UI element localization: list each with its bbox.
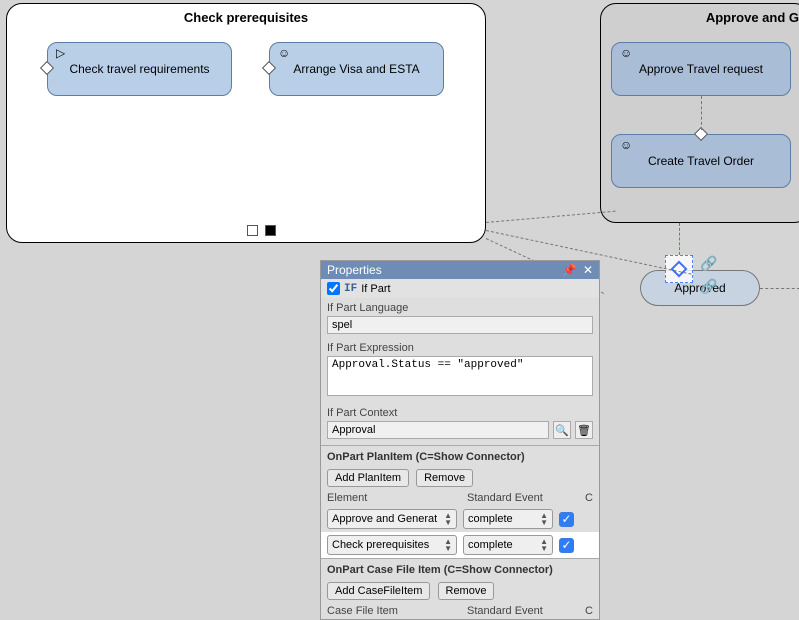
task-create-travel-order[interactable]: ☺ Create Travel Order: [611, 134, 791, 188]
onpart-row: Approve and Generat ▲▼ complete ▲▼ ✓: [321, 506, 599, 532]
sub-process-icon: ▷: [56, 46, 65, 60]
ctx-input[interactable]: [327, 421, 549, 439]
collapse-marker-filled[interactable]: [265, 225, 276, 236]
collapse-marker-empty[interactable]: [247, 225, 258, 236]
stage-title: Approve and G: [601, 4, 799, 25]
col-event: Standard Event: [467, 605, 575, 617]
if-part-label: If Part: [361, 283, 390, 295]
col-c: C: [575, 605, 593, 617]
stepper-icon: ▲▼: [444, 538, 452, 552]
connector-line: [486, 211, 616, 223]
stage-check-prerequisites[interactable]: Check prerequisites ▷ Check travel requi…: [6, 3, 486, 243]
connector-checkbox[interactable]: ✓: [559, 512, 574, 527]
lang-label: If Part Language: [321, 298, 599, 316]
user-icon: ☺: [620, 138, 632, 152]
task-arrange-visa-esta[interactable]: ☺ Arrange Visa and ESTA: [269, 42, 444, 96]
col-event: Standard Event: [467, 492, 575, 504]
select-value: Check prerequisites: [332, 539, 429, 551]
col-casefileitem: Case File Item: [327, 605, 467, 617]
event-select[interactable]: complete ▲▼: [463, 535, 553, 555]
if-literal-icon: IF: [344, 283, 357, 295]
link-icon[interactable]: 🔗: [700, 278, 717, 295]
stage-approve-generate[interactable]: Approve and G ☺ Approve Travel request ☺…: [600, 3, 799, 223]
user-icon: ☺: [278, 46, 290, 60]
select-value: complete: [468, 539, 513, 551]
stepper-icon: ▲▼: [540, 538, 548, 552]
event-select[interactable]: complete ▲▼: [463, 509, 553, 529]
add-planitem-button[interactable]: Add PlanItem: [327, 469, 409, 487]
connector-line: [760, 288, 799, 289]
task-label: Approve Travel request: [639, 62, 763, 76]
connector-line: [701, 96, 702, 130]
onpart-planitem-heading: OnPart PlanItem (C=Show Connector): [321, 446, 599, 466]
if-part-checkbox[interactable]: [327, 282, 340, 295]
task-approve-travel-request[interactable]: ☺ Approve Travel request: [611, 42, 791, 96]
select-value: Approve and Generat: [332, 513, 437, 525]
col-element: Element: [327, 492, 467, 504]
trash-icon[interactable]: 🗑: [575, 421, 593, 439]
select-value: complete: [468, 513, 513, 525]
properties-title: Properties: [327, 263, 382, 277]
task-check-travel-requirements[interactable]: ▷ Check travel requirements: [47, 42, 232, 96]
stage-title: Check prerequisites: [7, 4, 485, 25]
element-select[interactable]: Check prerequisites ▲▼: [327, 535, 457, 555]
if-part-row: IF If Part: [321, 279, 599, 298]
entry-criterion-icon: [40, 61, 54, 75]
close-icon[interactable]: ✕: [583, 263, 593, 277]
element-select[interactable]: Approve and Generat ▲▼: [327, 509, 457, 529]
stepper-icon: ▲▼: [444, 512, 452, 526]
properties-panel: Properties 📌 ✕ IF If Part If Part Langua…: [320, 260, 600, 620]
magnify-icon[interactable]: 🔍: [553, 421, 571, 439]
connector-line: [679, 223, 680, 255]
link-icon[interactable]: 🔗: [700, 255, 717, 272]
user-icon: ☺: [620, 46, 632, 60]
connector-checkbox[interactable]: ✓: [559, 538, 574, 553]
add-casefileitem-button[interactable]: Add CaseFileItem: [327, 582, 430, 600]
ctx-label: If Part Context: [321, 403, 599, 421]
stepper-icon: ▲▼: [540, 512, 548, 526]
expr-textarea[interactable]: [327, 356, 593, 396]
expr-label: If Part Expression: [321, 338, 599, 356]
properties-header[interactable]: Properties 📌 ✕: [321, 261, 599, 279]
task-label: Check travel requirements: [69, 62, 209, 76]
remove-casefileitem-button[interactable]: Remove: [438, 582, 495, 600]
task-label: Create Travel Order: [648, 154, 754, 168]
remove-planitem-button[interactable]: Remove: [416, 469, 473, 487]
pin-icon[interactable]: 📌: [562, 263, 577, 277]
entry-criterion-icon: [262, 61, 276, 75]
col-c: C: [575, 492, 593, 504]
onpart-casefile-heading: OnPart Case File Item (C=Show Connector): [321, 559, 599, 579]
onpart-row: Check prerequisites ▲▼ complete ▲▼ ✓: [321, 532, 599, 558]
lang-input[interactable]: [327, 316, 593, 334]
task-label: Arrange Visa and ESTA: [293, 62, 419, 76]
